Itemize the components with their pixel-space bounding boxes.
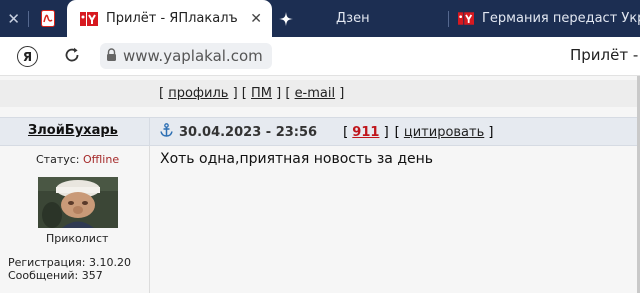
status-value: Offline [83,153,120,166]
yaplakal-favicon-icon [80,11,98,27]
profile-link[interactable]: профиль [168,86,228,101]
post-number-wrap: [ 911 ] [343,124,389,140]
author-stats: Регистрация: 3.10.20 Сообщений: 357 [8,256,131,282]
tab-pdf-document[interactable]: ✕ [0,0,26,37]
yandex-logo-icon[interactable]: Я [17,46,38,67]
pdf-icon [40,10,55,27]
tab-dzen[interactable]: Дзен [336,0,436,37]
tab-separator [28,11,29,27]
author-name-link[interactable]: ЗлойБухарь [28,123,118,138]
status-label: Статус: [36,153,80,166]
sparkle-icon [279,11,293,26]
url-text: www.yaplakal.com [123,47,263,65]
tab-close-icon[interactable]: ✕ [7,10,20,28]
tab-active-prilet[interactable]: Прилёт - ЯПлакалъ ✕ [67,0,272,37]
page-title: Прилёт - Я [570,46,640,64]
user-links-bar: [ профиль ] [ ПМ ] [ e-mail ] [0,80,637,107]
tab-title: Прилёт - ЯПлакалъ [106,11,238,26]
tab-title: Германия передаст Укр [482,11,640,26]
tab-pdf[interactable] [30,0,65,37]
tab-germany[interactable]: Германия передаст Укр [458,0,640,37]
quote-wrap: [ цитировать ] [394,124,494,140]
forum-page: [ профиль ] [ ПМ ] [ e-mail ] ЗлойБухарь… [0,76,637,293]
tab-title: Дзен [336,11,370,26]
post-header: ЗлойБухарь 30.04.2023 - 23:56 [ 911 ] [ … [0,117,637,146]
tab-close-icon[interactable]: ✕ [250,11,262,27]
lock-icon [106,47,117,65]
anchor-icon[interactable] [160,123,173,141]
yaplakal-favicon-icon [458,11,474,26]
row-spacer [0,107,637,117]
avatar[interactable] [38,177,118,228]
address-field[interactable]: www.yaplakal.com [100,43,272,69]
pm-link[interactable]: ПМ [251,86,272,101]
author-rank: Приколист [46,232,109,245]
email-link[interactable]: e-mail [295,86,336,101]
browser-tab-strip: ✕ Прилёт - ЯПлакалъ ✕ Дзен Германия пере… [0,0,640,37]
post-datetime: 30.04.2023 - 23:56 [179,124,318,140]
registration-date: Регистрация: 3.10.20 [8,256,131,269]
post-meta: 30.04.2023 - 23:56 [ 911 ] [ цитировать … [160,123,493,141]
tab-separator [448,11,449,27]
avatar-image [38,177,118,228]
reload-icon[interactable] [63,46,81,68]
browser-navigation-bar: Я www.yaplakal.com Прилёт - Я [0,37,640,76]
author-info-column: Статус: Offline Приколист Регистрация: 3… [0,146,150,293]
tab-sparkle[interactable] [272,0,300,37]
author-status: Статус: Offline [36,153,119,166]
post-body: Статус: Offline Приколист Регистрация: 3… [0,146,637,293]
author-cell: ЗлойБухарь [0,118,150,145]
quote-link[interactable]: цитировать [404,125,484,140]
post-number-link[interactable]: 911 [352,125,379,140]
message-count: Сообщений: 357 [8,269,103,282]
post-text: Хоть одна,приятная новость за день [160,151,434,167]
